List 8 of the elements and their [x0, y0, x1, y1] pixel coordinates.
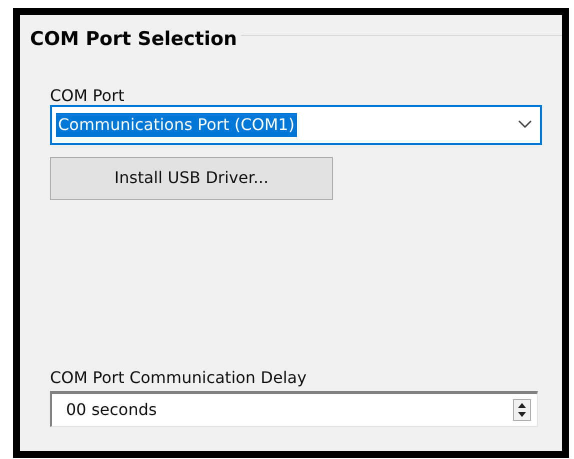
delay-spinner[interactable]: 00 seconds — [50, 391, 538, 427]
delay-label: COM Port Communication Delay — [50, 368, 308, 387]
group-title: COM Port Selection — [29, 27, 238, 52]
com-port-dropdown[interactable]: Communications Port (COM1) — [50, 104, 542, 145]
install-usb-driver-button[interactable]: Install USB Driver... — [50, 156, 333, 200]
chevron-down-icon — [518, 120, 532, 130]
com-port-label: COM Port — [50, 84, 126, 105]
delay-value: 00 seconds — [66, 399, 158, 421]
